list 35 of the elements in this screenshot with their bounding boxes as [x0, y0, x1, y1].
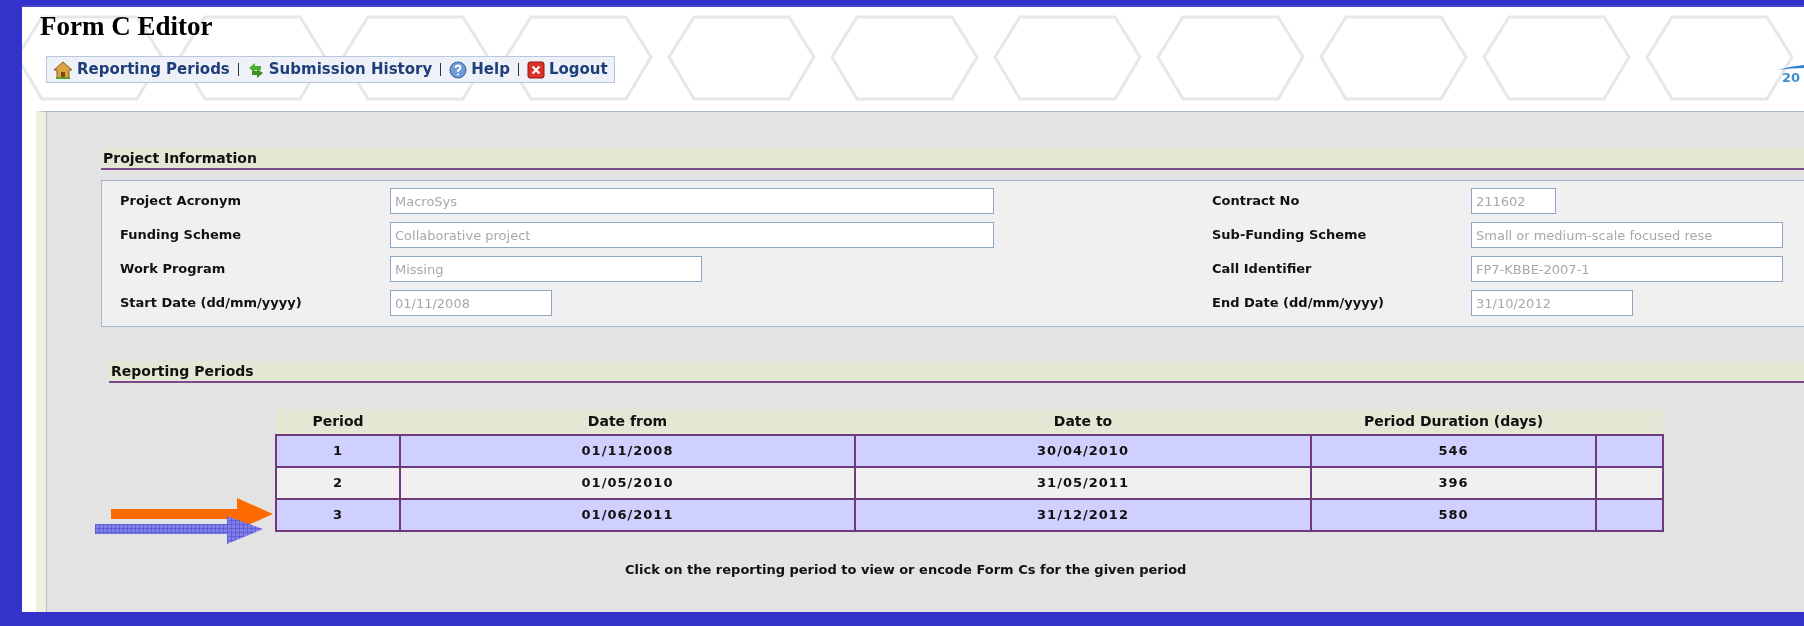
instruction-text: Click on the reporting period to view or encode Form Cs for the given period [625, 561, 1187, 579]
column-header: Period [276, 409, 400, 435]
table-cell[interactable]: 01/06/2011 [400, 499, 855, 531]
field-label: Start Date (dd/mm/yyyy) [120, 294, 303, 313]
field-label: Work Program [120, 260, 227, 279]
column-header: Period Duration (days) [1311, 409, 1596, 435]
section-title: Reporting Periods [111, 361, 254, 381]
logo-text: 20 [1781, 71, 1800, 84]
arrow-icon [95, 516, 263, 546]
table-cell[interactable]: 1 [276, 435, 400, 467]
table-cell[interactable]: 31/12/2012 [855, 499, 1311, 531]
table-cell[interactable]: 3 [276, 499, 400, 531]
logo-swoosh [1778, 65, 1804, 71]
nav-link[interactable]: Reporting Periods [53, 58, 230, 81]
help-icon [449, 60, 468, 79]
table-cell[interactable]: 580 [1311, 499, 1596, 531]
table-cell[interactable] [1596, 499, 1663, 531]
column-header: Date to [855, 409, 1311, 435]
nav-link[interactable]: Help [449, 58, 510, 81]
nav-link[interactable]: Submission History [246, 58, 433, 81]
field-label: Funding Scheme [120, 226, 243, 245]
window-title: Form C Editor [40, 10, 213, 43]
table-cell[interactable]: 546 [1311, 435, 1596, 467]
column-header: Date from [400, 409, 855, 435]
field-label: Contract No [1212, 192, 1301, 211]
house-icon [53, 60, 73, 79]
section-title: Project Information [103, 148, 257, 168]
field-label: Call Identifier [1212, 260, 1313, 279]
field-label: End Date (dd/mm/yyyy) [1212, 294, 1386, 313]
nav-link[interactable]: Logout [526, 58, 608, 81]
field-label: Sub-Funding Scheme [1212, 226, 1368, 245]
field-label: Project Acronym [120, 192, 242, 211]
table-cell[interactable]: 01/11/2008 [400, 435, 855, 467]
close-icon [526, 60, 545, 79]
table-cell[interactable]: 30/04/2010 [855, 435, 1311, 467]
